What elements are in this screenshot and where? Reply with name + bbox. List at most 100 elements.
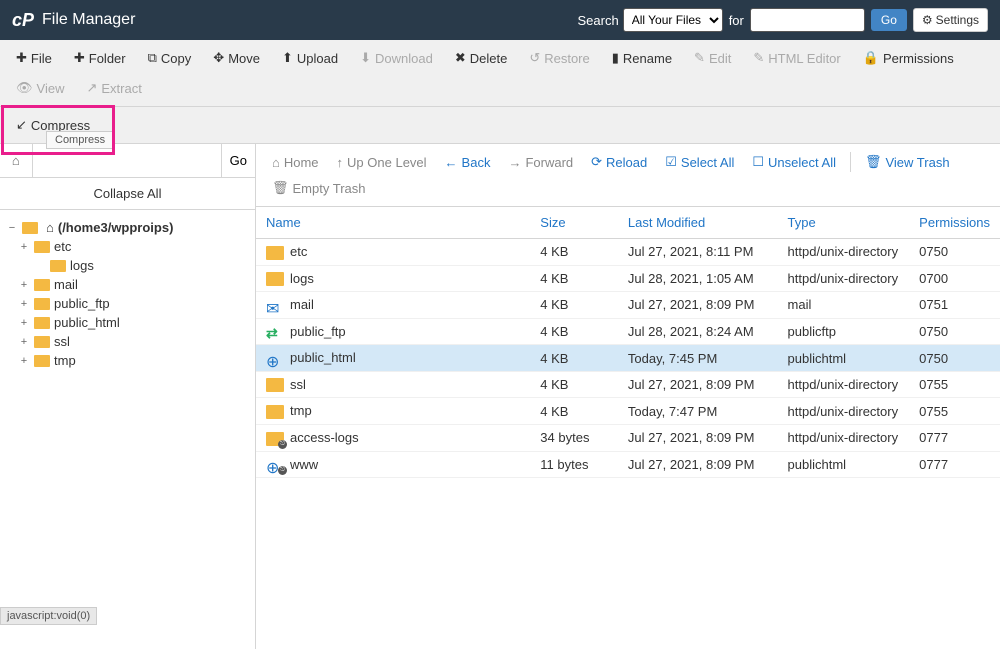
table-row[interactable]: etc4 KBJul 27, 2021, 8:11 PMhttpd/unix-d… xyxy=(256,239,1000,266)
col-type[interactable]: Type xyxy=(778,207,910,239)
table-row[interactable]: tmp4 KBToday, 7:47 PMhttpd/unix-director… xyxy=(256,398,1000,425)
folder-button[interactable]: ✚Folder xyxy=(64,44,136,72)
main-toolbar: ✚File✚Folder⧉Copy✥Move⬆Upload⬇Download✖D… xyxy=(0,40,1000,107)
file-button[interactable]: ✚File xyxy=(6,44,62,72)
col-size[interactable]: Size xyxy=(530,207,618,239)
search-scope-select[interactable]: All Your Files xyxy=(623,8,723,32)
folder-icon xyxy=(34,241,50,253)
permissions-button[interactable]: 🔒Permissions xyxy=(853,44,964,72)
toolbar-label: Upload xyxy=(297,51,338,66)
expander-icon[interactable]: + xyxy=(18,355,30,367)
cell-type: publicftp xyxy=(778,318,910,345)
tree-item-logs[interactable]: logs xyxy=(6,256,249,275)
table-row[interactable]: ssl4 KBJul 27, 2021, 8:09 PMhttpd/unix-d… xyxy=(256,371,1000,398)
delete-button[interactable]: ✖Delete xyxy=(445,44,517,72)
toolbar-label: Download xyxy=(375,51,433,66)
uncheck-icon: ☐ xyxy=(752,154,764,170)
expander-icon[interactable]: + xyxy=(18,317,30,329)
plus-icon: ✚ xyxy=(16,50,27,66)
rename-button[interactable]: ▮ Rename xyxy=(602,44,682,72)
plus-icon: ✚ xyxy=(74,50,85,66)
toolbar-label: Rename xyxy=(623,51,672,66)
compress-icon: ↙ xyxy=(16,117,27,133)
back-button[interactable]: ←Back xyxy=(437,151,499,174)
extract-icon: ↗ xyxy=(86,80,97,96)
table-row[interactable]: ⎋access-logs34 bytesJul 27, 2021, 8:09 P… xyxy=(256,424,1000,451)
col-modified[interactable]: Last Modified xyxy=(618,207,778,239)
table-row[interactable]: logs4 KBJul 28, 2021, 1:05 AMhttpd/unix-… xyxy=(256,265,1000,292)
cell-perms: 0750 xyxy=(909,318,1000,345)
copy-button[interactable]: ⧉Copy xyxy=(138,44,202,72)
tree-item-public_html[interactable]: + public_html xyxy=(6,313,249,332)
restore-icon: ↺ xyxy=(529,50,540,66)
home-icon[interactable]: ⌂ xyxy=(0,144,33,177)
cell-type: httpd/unix-directory xyxy=(778,265,910,292)
cell-name: ssl xyxy=(256,371,530,398)
tree-item-etc[interactable]: +etc xyxy=(6,237,249,256)
download-button: ⬇Download xyxy=(350,44,443,72)
upload-button[interactable]: ⬆Upload xyxy=(272,44,348,72)
folder-icon xyxy=(50,260,66,272)
cell-modified: Jul 27, 2021, 8:09 PM xyxy=(618,424,778,451)
html-editor-button: ✎HTML Editor xyxy=(743,44,850,72)
folder-icon xyxy=(22,222,38,234)
file-table: Name Size Last Modified Type Permissions… xyxy=(256,207,1000,478)
cell-type: httpd/unix-directory xyxy=(778,371,910,398)
restore-button: ↺Restore xyxy=(519,44,599,72)
rename-icon: ▮ xyxy=(612,50,619,66)
trash-icon: 🗑 xyxy=(865,154,882,170)
cell-modified: Jul 27, 2021, 8:09 PM xyxy=(618,371,778,398)
cell-name: logs xyxy=(256,265,530,292)
expander-icon[interactable]: + xyxy=(18,336,30,348)
tree-label: public_html xyxy=(54,315,120,330)
table-row[interactable]: ⊕⎋www11 bytesJul 27, 2021, 8:09 PMpublic… xyxy=(256,451,1000,478)
select-all-button[interactable]: ☑Select All xyxy=(657,150,742,174)
reload-button[interactable]: ⟳Reload xyxy=(583,150,655,174)
path-go-button[interactable]: Go xyxy=(221,144,255,177)
expander-icon[interactable]: + xyxy=(18,298,30,310)
folder-tree: −⌂(/home3/wpproips)+etclogs+mail+public_… xyxy=(0,210,255,649)
cell-size: 4 KB xyxy=(530,345,618,372)
search-label: Search xyxy=(577,13,618,28)
trash-icon: 🗑 xyxy=(272,180,289,196)
settings-button[interactable]: ⚙Settings xyxy=(913,8,988,32)
cell-size: 34 bytes xyxy=(530,424,618,451)
edit-icon: ✎ xyxy=(694,50,705,66)
unselect-all-button[interactable]: ☐Unselect All xyxy=(744,150,844,174)
file-name: tmp xyxy=(290,403,312,418)
col-perms[interactable]: Permissions xyxy=(909,207,1000,239)
tree-item-ssl[interactable]: +ssl xyxy=(6,332,249,351)
folder-link-icon: ⎋ xyxy=(266,432,284,446)
up-one-level-button[interactable]: ↑Up One Level xyxy=(329,151,435,174)
view-trash-button[interactable]: 🗑View Trash xyxy=(857,150,958,174)
search-go-button[interactable]: Go xyxy=(871,9,907,31)
app-header: cP File Manager Search All Your Files fo… xyxy=(0,0,1000,40)
forward-button[interactable]: →Forward xyxy=(500,151,581,174)
folder-icon xyxy=(34,355,50,367)
sidebar: ⌂ Go Collapse All −⌂(/home3/wpproips)+et… xyxy=(0,144,256,649)
cell-modified: Jul 27, 2021, 8:09 PM xyxy=(618,451,778,478)
home-button[interactable]: ⌂Home xyxy=(264,151,327,174)
table-row[interactable]: ✉mail4 KBJul 27, 2021, 8:09 PMmail0751 xyxy=(256,292,1000,319)
cell-type: publichtml xyxy=(778,345,910,372)
expander-icon[interactable]: + xyxy=(18,279,30,291)
empty-trash-button[interactable]: 🗑Empty Trash xyxy=(264,176,373,200)
tree-item-public_ftp[interactable]: +public_ftp xyxy=(6,294,249,313)
tree-item-mail[interactable]: +mail xyxy=(6,275,249,294)
table-row[interactable]: ⇄public_ftp4 KBJul 28, 2021, 8:24 AMpubl… xyxy=(256,318,1000,345)
collapse-all-button[interactable]: Collapse All xyxy=(0,178,255,210)
file-name: mail xyxy=(290,297,314,312)
search-input[interactable] xyxy=(750,8,865,32)
expander-icon[interactable]: − xyxy=(6,222,18,234)
toolbar-label: Edit xyxy=(709,51,731,66)
col-name[interactable]: Name xyxy=(256,207,530,239)
folder-icon xyxy=(266,405,284,419)
table-row[interactable]: ⊕public_html4 KBToday, 7:45 PMpublichtml… xyxy=(256,345,1000,372)
tree-root[interactable]: −⌂(/home3/wpproips) xyxy=(6,218,249,237)
toolbar-label: Extract xyxy=(101,81,141,96)
tree-item-tmp[interactable]: +tmp xyxy=(6,351,249,370)
move-button[interactable]: ✥Move xyxy=(203,44,270,72)
cell-type: publichtml xyxy=(778,451,910,478)
expander-icon[interactable]: + xyxy=(18,241,30,253)
folder-icon xyxy=(266,246,284,260)
